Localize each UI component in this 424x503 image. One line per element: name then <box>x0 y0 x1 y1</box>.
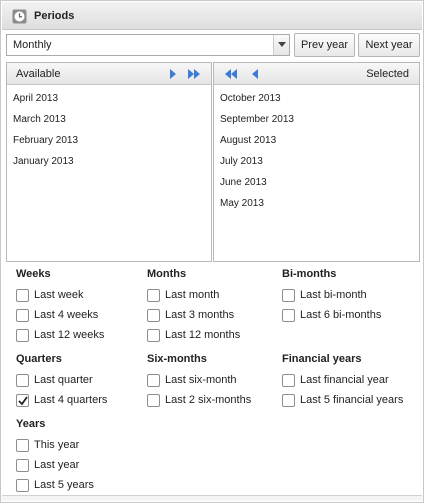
selected-item[interactable]: July 2013 <box>214 151 419 172</box>
selected-item[interactable]: August 2013 <box>214 130 419 151</box>
option-last-month[interactable]: Last month <box>147 287 277 307</box>
periods-panel: Periods Monthly Prev year Next year Avai… <box>0 0 424 503</box>
months-heading: Months <box>147 268 187 280</box>
selected-item[interactable]: June 2013 <box>214 172 419 193</box>
period-type-select[interactable]: Monthly <box>6 34 290 56</box>
financial-years-group: Financial years Last financial year Last… <box>282 353 420 412</box>
chevron-down-icon[interactable] <box>273 35 289 55</box>
available-item[interactable]: March 2013 <box>7 109 211 130</box>
move-left-icon[interactable] <box>249 68 261 80</box>
selected-label: Selected <box>366 68 409 80</box>
option-label: Last year <box>34 459 80 471</box>
checkbox[interactable] <box>147 329 160 342</box>
move-all-left-icon[interactable] <box>225 68 237 80</box>
selected-item[interactable]: May 2013 <box>214 193 419 214</box>
option-label: Last 12 weeks <box>34 329 105 341</box>
option-last-year[interactable]: Last year <box>16 457 141 477</box>
option-last-12-months[interactable]: Last 12 months <box>147 327 277 347</box>
option-last-quarter[interactable]: Last quarter <box>16 372 141 392</box>
checkmark-icon <box>18 396 28 406</box>
selected-list-header: Selected <box>214 63 419 85</box>
panel-footer <box>2 495 422 501</box>
available-item[interactable]: February 2013 <box>7 130 211 151</box>
checkbox-checked[interactable] <box>16 394 29 407</box>
option-label: Last 4 quarters <box>34 394 108 406</box>
checkbox[interactable] <box>147 394 160 407</box>
option-label: Last 12 months <box>165 329 241 341</box>
option-last-bi-month[interactable]: Last bi-month <box>282 287 420 307</box>
option-label: Last 5 years <box>34 479 94 491</box>
option-label: Last 4 weeks <box>34 309 99 321</box>
checkbox[interactable] <box>16 289 29 302</box>
quarters-heading: Quarters <box>16 353 62 365</box>
next-year-button[interactable]: Next year <box>358 33 420 57</box>
option-this-year[interactable]: This year <box>16 437 141 457</box>
option-last-4-quarters[interactable]: Last 4 quarters <box>16 392 141 412</box>
checkbox[interactable] <box>282 289 295 302</box>
bimonths-heading: Bi-months <box>282 268 337 280</box>
option-last-4-weeks[interactable]: Last 4 weeks <box>16 307 141 327</box>
option-label: Last 2 six-months <box>165 394 252 406</box>
sixmonths-heading: Six-months <box>147 353 207 365</box>
option-last-6-bi-months[interactable]: Last 6 bi-months <box>282 307 420 327</box>
option-last-12-weeks[interactable]: Last 12 weeks <box>16 327 141 347</box>
selected-periods-list: Selected October 2013 September 2013 Aug… <box>213 62 420 262</box>
checkbox[interactable] <box>16 309 29 322</box>
move-all-right-icon[interactable] <box>188 68 200 80</box>
panel-header: Periods <box>2 2 422 30</box>
years-heading: Years <box>16 418 46 430</box>
option-last-financial-year[interactable]: Last financial year <box>282 372 420 392</box>
clock-icon <box>12 9 27 24</box>
period-type-value: Monthly <box>13 39 52 51</box>
checkbox[interactable] <box>282 309 295 322</box>
selected-item[interactable]: October 2013 <box>214 88 419 109</box>
selected-items: October 2013 September 2013 August 2013 … <box>214 88 419 214</box>
available-item[interactable]: April 2013 <box>7 88 211 109</box>
option-label: Last 3 months <box>165 309 235 321</box>
available-list-header: Available <box>7 63 211 85</box>
option-label: Last bi-month <box>300 289 367 301</box>
checkbox[interactable] <box>282 394 295 407</box>
weeks-heading: Weeks <box>16 268 51 280</box>
option-last-5-years[interactable]: Last 5 years <box>16 477 141 497</box>
checkbox[interactable] <box>16 439 29 452</box>
option-last-2-six-months[interactable]: Last 2 six-months <box>147 392 277 412</box>
available-items: April 2013 March 2013 February 2013 Janu… <box>7 88 211 172</box>
option-label: Last financial year <box>300 374 389 386</box>
checkbox[interactable] <box>16 374 29 387</box>
months-group: Months Last month Last 3 months Last 12 … <box>147 268 277 347</box>
checkbox[interactable] <box>16 459 29 472</box>
option-label: This year <box>34 439 80 451</box>
years-group: Years This year Last year Last 5 years <box>16 418 141 497</box>
selected-item[interactable]: September 2013 <box>214 109 419 130</box>
panel-title: Periods <box>34 10 75 22</box>
available-label: Available <box>16 68 61 80</box>
option-last-5-financial-years[interactable]: Last 5 financial years <box>282 392 420 412</box>
available-item[interactable]: January 2013 <box>7 151 211 172</box>
checkbox[interactable] <box>147 309 160 322</box>
financial-years-heading: Financial years <box>282 353 362 365</box>
checkbox[interactable] <box>282 374 295 387</box>
option-label: Last quarter <box>34 374 93 386</box>
checkbox[interactable] <box>147 374 160 387</box>
option-label: Last 5 financial years <box>300 394 404 406</box>
option-label: Last 6 bi-months <box>300 309 382 321</box>
bimonths-group: Bi-months Last bi-month Last 6 bi-months <box>282 268 420 327</box>
option-label: Last six-month <box>165 374 237 386</box>
sixmonths-group: Six-months Last six-month Last 2 six-mon… <box>147 353 277 412</box>
option-last-six-month[interactable]: Last six-month <box>147 372 277 392</box>
checkbox[interactable] <box>16 479 29 492</box>
option-label: Last week <box>34 289 84 301</box>
checkbox[interactable] <box>147 289 160 302</box>
checkbox[interactable] <box>16 329 29 342</box>
move-right-icon[interactable] <box>167 68 179 80</box>
option-last-week[interactable]: Last week <box>16 287 141 307</box>
weeks-group: Weeks Last week Last 4 weeks Last 12 wee… <box>16 268 141 347</box>
available-periods-list: Available April 2013 March 2013 February… <box>6 62 212 262</box>
quarters-group: Quarters Last quarter Last 4 quarters <box>16 353 141 412</box>
prev-year-button[interactable]: Prev year <box>294 33 355 57</box>
option-label: Last month <box>165 289 220 301</box>
option-last-3-months[interactable]: Last 3 months <box>147 307 277 327</box>
